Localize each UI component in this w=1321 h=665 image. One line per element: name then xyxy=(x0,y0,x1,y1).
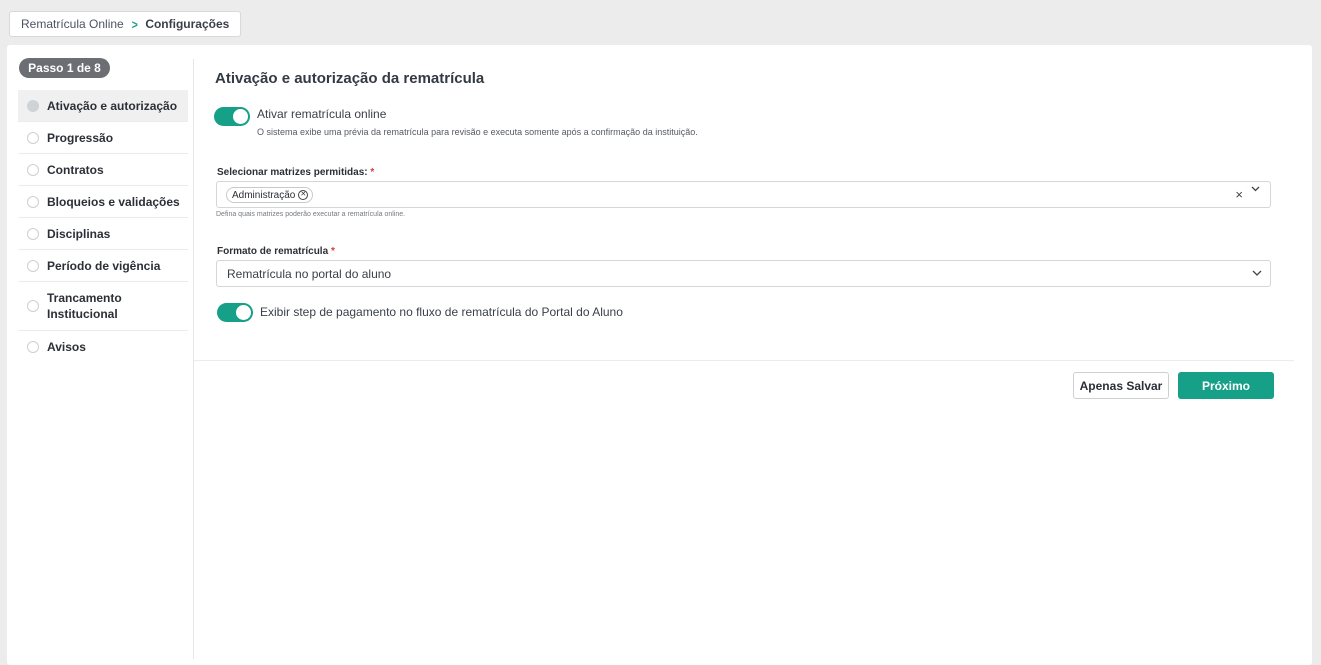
format-select-value: Rematrícula no portal do aluno xyxy=(227,267,392,281)
step-item-periodo[interactable]: Período de vigência xyxy=(18,250,188,282)
step-item-progressao[interactable]: Progressão xyxy=(18,122,188,154)
matrices-hint: Defina quais matrizes poderão executar a… xyxy=(216,211,406,218)
activate-online-label: Ativar rematrícula online xyxy=(257,107,387,121)
step-radio-icon xyxy=(27,131,39,144)
next-button[interactable]: Próximo xyxy=(1178,372,1274,399)
step-label: Avisos xyxy=(47,340,86,354)
step-radio-icon xyxy=(27,163,39,176)
step-radio-icon xyxy=(27,341,39,353)
activate-online-toggle[interactable] xyxy=(214,107,250,126)
clear-icon[interactable]: × xyxy=(1235,187,1243,202)
required-mark: * xyxy=(370,167,375,178)
step-radio-icon xyxy=(27,227,39,240)
step-label: Progressão xyxy=(47,130,114,145)
step-item-contratos[interactable]: Contratos xyxy=(18,154,188,186)
settings-card: Passo 1 de 8 Ativação e autorização Prog… xyxy=(7,45,1312,665)
step-label: Disciplinas xyxy=(47,226,111,241)
required-mark: * xyxy=(330,246,335,257)
step-label: Bloqueios e validações xyxy=(47,194,180,209)
sidebar-divider xyxy=(193,59,194,659)
step-badge: Passo 1 de 8 xyxy=(19,58,110,78)
step-item-trancamento[interactable]: Trancamento Institucional xyxy=(18,282,188,331)
breadcrumb-current: Configurações xyxy=(145,17,230,31)
step-label: Ativação e autorização xyxy=(47,98,178,113)
format-label: Formato de rematrícula * xyxy=(217,246,335,257)
step-list: Ativação e autorização Progressão Contra… xyxy=(18,90,188,363)
step-radio-icon xyxy=(27,259,39,272)
chevron-down-icon[interactable] xyxy=(1252,270,1262,276)
matrices-label: Selecionar matrizes permitidas: * xyxy=(217,167,375,178)
page-title: Ativação e autorização da rematrícula xyxy=(215,70,485,87)
step-label: Contratos xyxy=(47,162,104,177)
chevron-down-icon[interactable] xyxy=(1251,186,1260,192)
step-radio-icon xyxy=(27,195,39,208)
breadcrumb-parent-link[interactable]: Rematrícula Online xyxy=(21,17,124,31)
matrices-multiselect[interactable]: Administração ✕ × xyxy=(216,181,1271,208)
format-select[interactable]: Rematrícula no portal do aluno xyxy=(216,260,1271,287)
step-radio-icon xyxy=(27,300,39,312)
step-label: Trancamento Institucional xyxy=(47,291,122,321)
step-radio-icon xyxy=(27,99,39,112)
payment-step-label: Exibir step de pagamento no fluxo de rem… xyxy=(260,305,623,319)
step-item-disciplinas[interactable]: Disciplinas xyxy=(18,218,188,250)
step-item-ativacao[interactable]: Ativação e autorização xyxy=(18,90,188,122)
step-item-avisos[interactable]: Avisos xyxy=(18,331,188,363)
remove-chip-icon[interactable]: ✕ xyxy=(298,190,309,200)
step-label: Período de vigência xyxy=(47,258,161,273)
breadcrumb: Rematrícula Online > Configurações xyxy=(9,11,242,37)
chevron-right-icon: > xyxy=(131,16,138,32)
matrix-chip: Administração ✕ xyxy=(226,187,314,203)
footer-divider xyxy=(194,360,1294,361)
save-only-button[interactable]: Apenas Salvar xyxy=(1073,372,1169,399)
step-item-bloqueios[interactable]: Bloqueios e validações xyxy=(18,186,188,218)
steps-sidebar: Passo 1 de 8 Ativação e autorização Prog… xyxy=(7,45,194,665)
activate-online-description: O sistema exibe uma prévia da rematrícul… xyxy=(257,127,698,137)
payment-step-toggle[interactable] xyxy=(217,303,253,322)
